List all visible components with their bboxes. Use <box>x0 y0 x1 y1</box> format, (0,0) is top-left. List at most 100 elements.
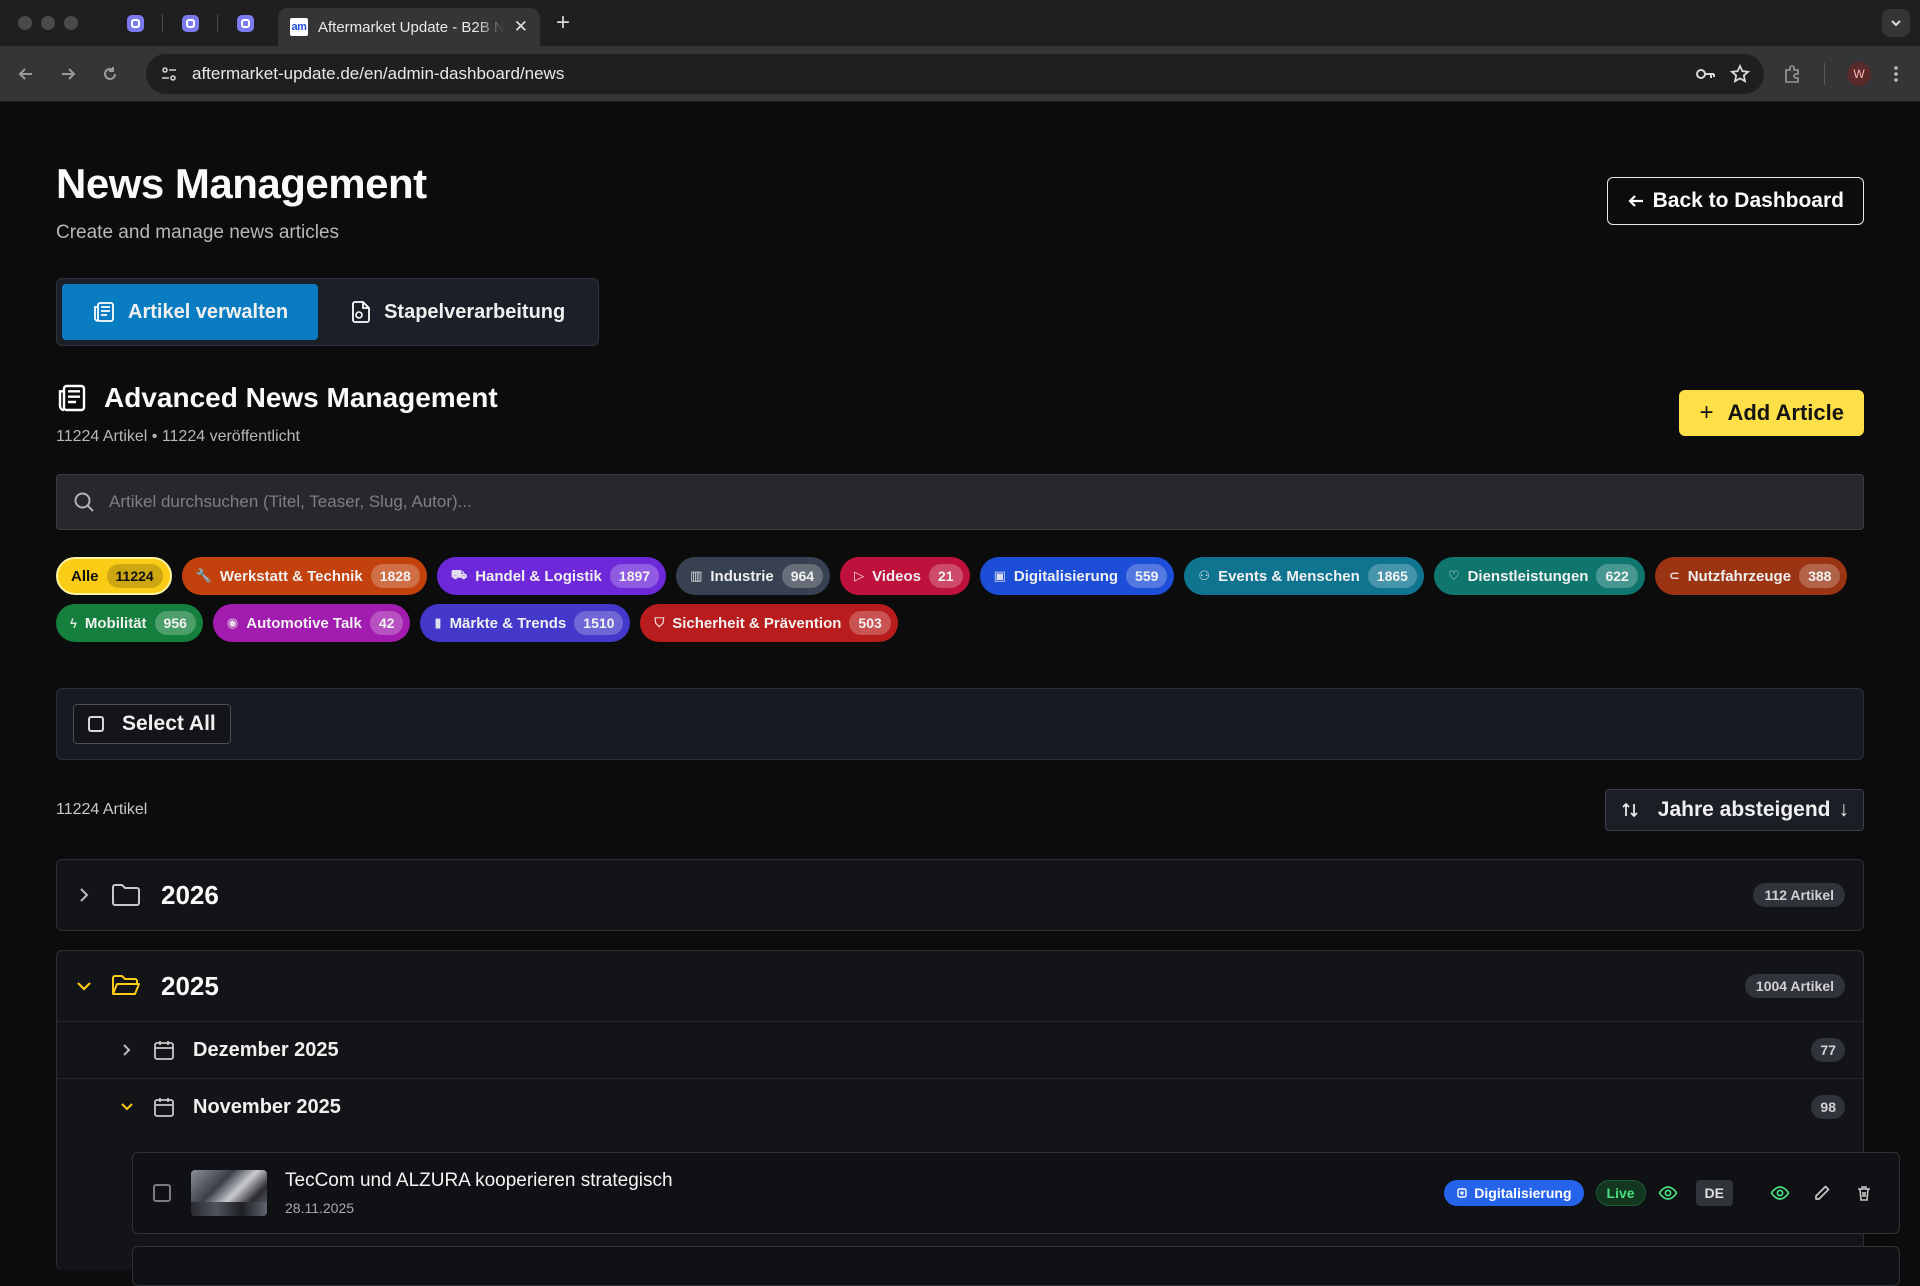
truck-icon: ⛟ <box>450 567 468 582</box>
category-chip-nutzfahrzeuge[interactable]: ⊂ Nutzfahrzeuge 388 <box>1654 557 1848 595</box>
category-chip-events-menschen[interactable]: ⚇ Events & Menschen 1865 <box>1184 557 1424 595</box>
category-chip-count: 1865 <box>1367 564 1417 588</box>
delete-button[interactable] <box>1849 1178 1879 1208</box>
year-header[interactable]: 2026 112 Artikel <box>57 860 1863 930</box>
bulk-action-bar: Select All <box>56 688 1864 760</box>
article-title[interactable]: TecCom und ALZURA kooperieren strategisc… <box>285 1170 1444 1192</box>
search-input[interactable] <box>109 492 1847 512</box>
browser-toolbar: aftermarket-update.de/en/admin-dashboard… <box>0 46 1920 102</box>
kebab-menu-icon[interactable] <box>1893 64 1899 84</box>
newspaper-icon <box>94 302 114 322</box>
minimize-window-button[interactable] <box>41 16 55 30</box>
pinned-tab-1[interactable] <box>108 0 162 46</box>
section-title-text: Advanced News Management <box>104 382 498 413</box>
close-window-button[interactable] <box>18 16 32 30</box>
checkbox-icon <box>88 716 104 732</box>
forward-nav-button[interactable] <box>56 62 80 86</box>
category-badge: Digitalisierung <box>1444 1180 1584 1206</box>
category-chip-label: Dienstleistungen <box>1467 567 1589 585</box>
year-label: 2025 <box>161 970 219 1001</box>
category-chip-dienstleistungen[interactable]: ♡ Dienstleistungen 622 <box>1433 557 1645 595</box>
pinned-tab-3[interactable] <box>218 0 272 46</box>
sort-button[interactable]: Jahre absteigend ↓ <box>1604 789 1864 831</box>
active-browser-tab[interactable]: am Aftermarket Update - B2B News ✕ <box>278 8 540 46</box>
category-chip-märkte-trends[interactable]: ▮ Märkte & Trends 1510 <box>420 604 631 642</box>
year-header[interactable]: 2025 1004 Artikel <box>57 951 1863 1021</box>
category-chip-count: 956 <box>154 611 196 635</box>
bookmark-star-icon[interactable] <box>1730 63 1750 84</box>
category-chip-count: 964 <box>781 564 824 588</box>
radio-icon: ◉ <box>226 615 239 630</box>
article-checkbox[interactable] <box>153 1184 171 1202</box>
arrow-left-icon <box>1628 195 1643 207</box>
category-chip-videos[interactable]: ▷ Videos 21 <box>840 557 970 595</box>
article-row[interactable] <box>132 1246 1900 1286</box>
back-to-dashboard-label: Back to Dashboard <box>1652 189 1844 212</box>
category-chip-alle[interactable]: Alle 11224 <box>56 557 172 595</box>
category-chip-mobilität[interactable]: ϟ Mobilität 956 <box>56 604 203 642</box>
folder-open-icon <box>112 975 140 995</box>
category-chip-werkstatt-technik[interactable]: 🔧 Werkstatt & Technik 1828 <box>181 557 427 595</box>
site-settings-icon[interactable] <box>160 65 178 83</box>
select-all-button[interactable]: Select All <box>73 704 231 744</box>
tab-search-button[interactable] <box>1882 9 1910 37</box>
tab-artikel-verwalten[interactable]: Artikel verwalten <box>62 284 319 340</box>
category-chip-count: 11224 <box>106 564 163 588</box>
category-chip-label: Märkte & Trends <box>449 614 567 632</box>
tab-label: Artikel verwalten <box>128 300 289 323</box>
url-text[interactable]: aftermarket-update.de/en/admin-dashboard… <box>192 64 1680 84</box>
close-tab-icon[interactable]: ✕ <box>514 17 528 37</box>
new-tab-button[interactable]: + <box>556 9 570 37</box>
chip-icon <box>1457 1188 1467 1198</box>
pinned-tab-2[interactable] <box>163 0 217 46</box>
address-bar[interactable]: aftermarket-update.de/en/admin-dashboard… <box>146 53 1764 94</box>
maximize-window-button[interactable] <box>64 16 78 30</box>
month-group-dezember-2025[interactable]: Dezember 2025 77 <box>57 1021 1863 1078</box>
category-chip-industrie[interactable]: ▥ Industrie 964 <box>676 557 831 595</box>
newspaper-icon <box>58 384 86 412</box>
tab-stapelverarbeitung[interactable]: Stapelverarbeitung <box>322 284 593 340</box>
month-group-november-2025[interactable]: November 2025 98 <box>57 1078 1863 1135</box>
wrench-icon: 🔧 <box>195 568 212 583</box>
category-chip-label: Videos <box>872 567 921 585</box>
category-chip-handel-logistik[interactable]: ⛟ Handel & Logistik 1897 <box>436 557 667 595</box>
chip-icon: ▣ <box>993 568 1006 583</box>
category-filter: Alle 11224 🔧 Werkstatt & Technik 1828 ⛟ Handel… <box>56 557 1864 642</box>
section-meta: 11224 Artikel • 11224 veröffentlicht <box>56 428 300 445</box>
back-to-dashboard-button[interactable]: Back to Dashboard <box>1606 177 1864 225</box>
category-chip-label: Mobilität <box>84 614 147 632</box>
trash-icon <box>1858 1186 1870 1201</box>
app-icon <box>126 14 144 32</box>
category-chip-label: Werkstatt & Technik <box>219 567 363 585</box>
reload-button[interactable] <box>98 62 122 86</box>
category-chip-label: Nutzfahrzeuge <box>1687 567 1792 585</box>
category-chip-sicherheit-prävention[interactable]: ⛉ Sicherheit & Prävention 503 <box>640 604 898 642</box>
list-toolbar: 11224 Artikel Jahre absteigend ↓ <box>56 789 1864 831</box>
tab-title: Aftermarket Update - B2B News <box>318 18 504 36</box>
bolt-icon: ϟ <box>70 615 77 631</box>
bus-icon: ⊂ <box>1668 568 1680 583</box>
category-chip-digitalisierung[interactable]: ▣ Digitalisierung 559 <box>979 557 1175 595</box>
window-controls <box>18 16 78 30</box>
category-chip-automotive-talk[interactable]: ◉ Automotive Talk 42 <box>212 604 411 642</box>
chevron-right-icon <box>80 888 89 902</box>
month-count-badge: 98 <box>1811 1095 1845 1119</box>
back-nav-button[interactable] <box>14 62 38 86</box>
people-icon: ⚇ <box>1198 568 1211 583</box>
preview-button[interactable] <box>1765 1178 1795 1208</box>
edit-button[interactable] <box>1807 1178 1837 1208</box>
add-article-button[interactable]: + Add Article <box>1679 390 1864 436</box>
year-group-2026: 2026 112 Artikel <box>56 859 1864 931</box>
category-chip-count: 21 <box>928 564 963 588</box>
app-icon <box>181 14 199 32</box>
category-chip-count: 622 <box>1596 564 1638 588</box>
category-chip-count: 42 <box>369 611 404 635</box>
eye-icon <box>1658 1186 1678 1200</box>
year-count-badge: 112 Artikel <box>1753 883 1845 907</box>
profile-avatar[interactable]: W <box>1847 61 1871 86</box>
shield-icon: ⛉ <box>654 615 665 630</box>
play-icon: ▷ <box>854 568 865 583</box>
key-icon[interactable] <box>1694 63 1716 85</box>
article-row[interactable]: TecCom und ALZURA kooperieren strategisc… <box>132 1152 1900 1234</box>
extensions-icon[interactable] <box>1782 64 1802 84</box>
